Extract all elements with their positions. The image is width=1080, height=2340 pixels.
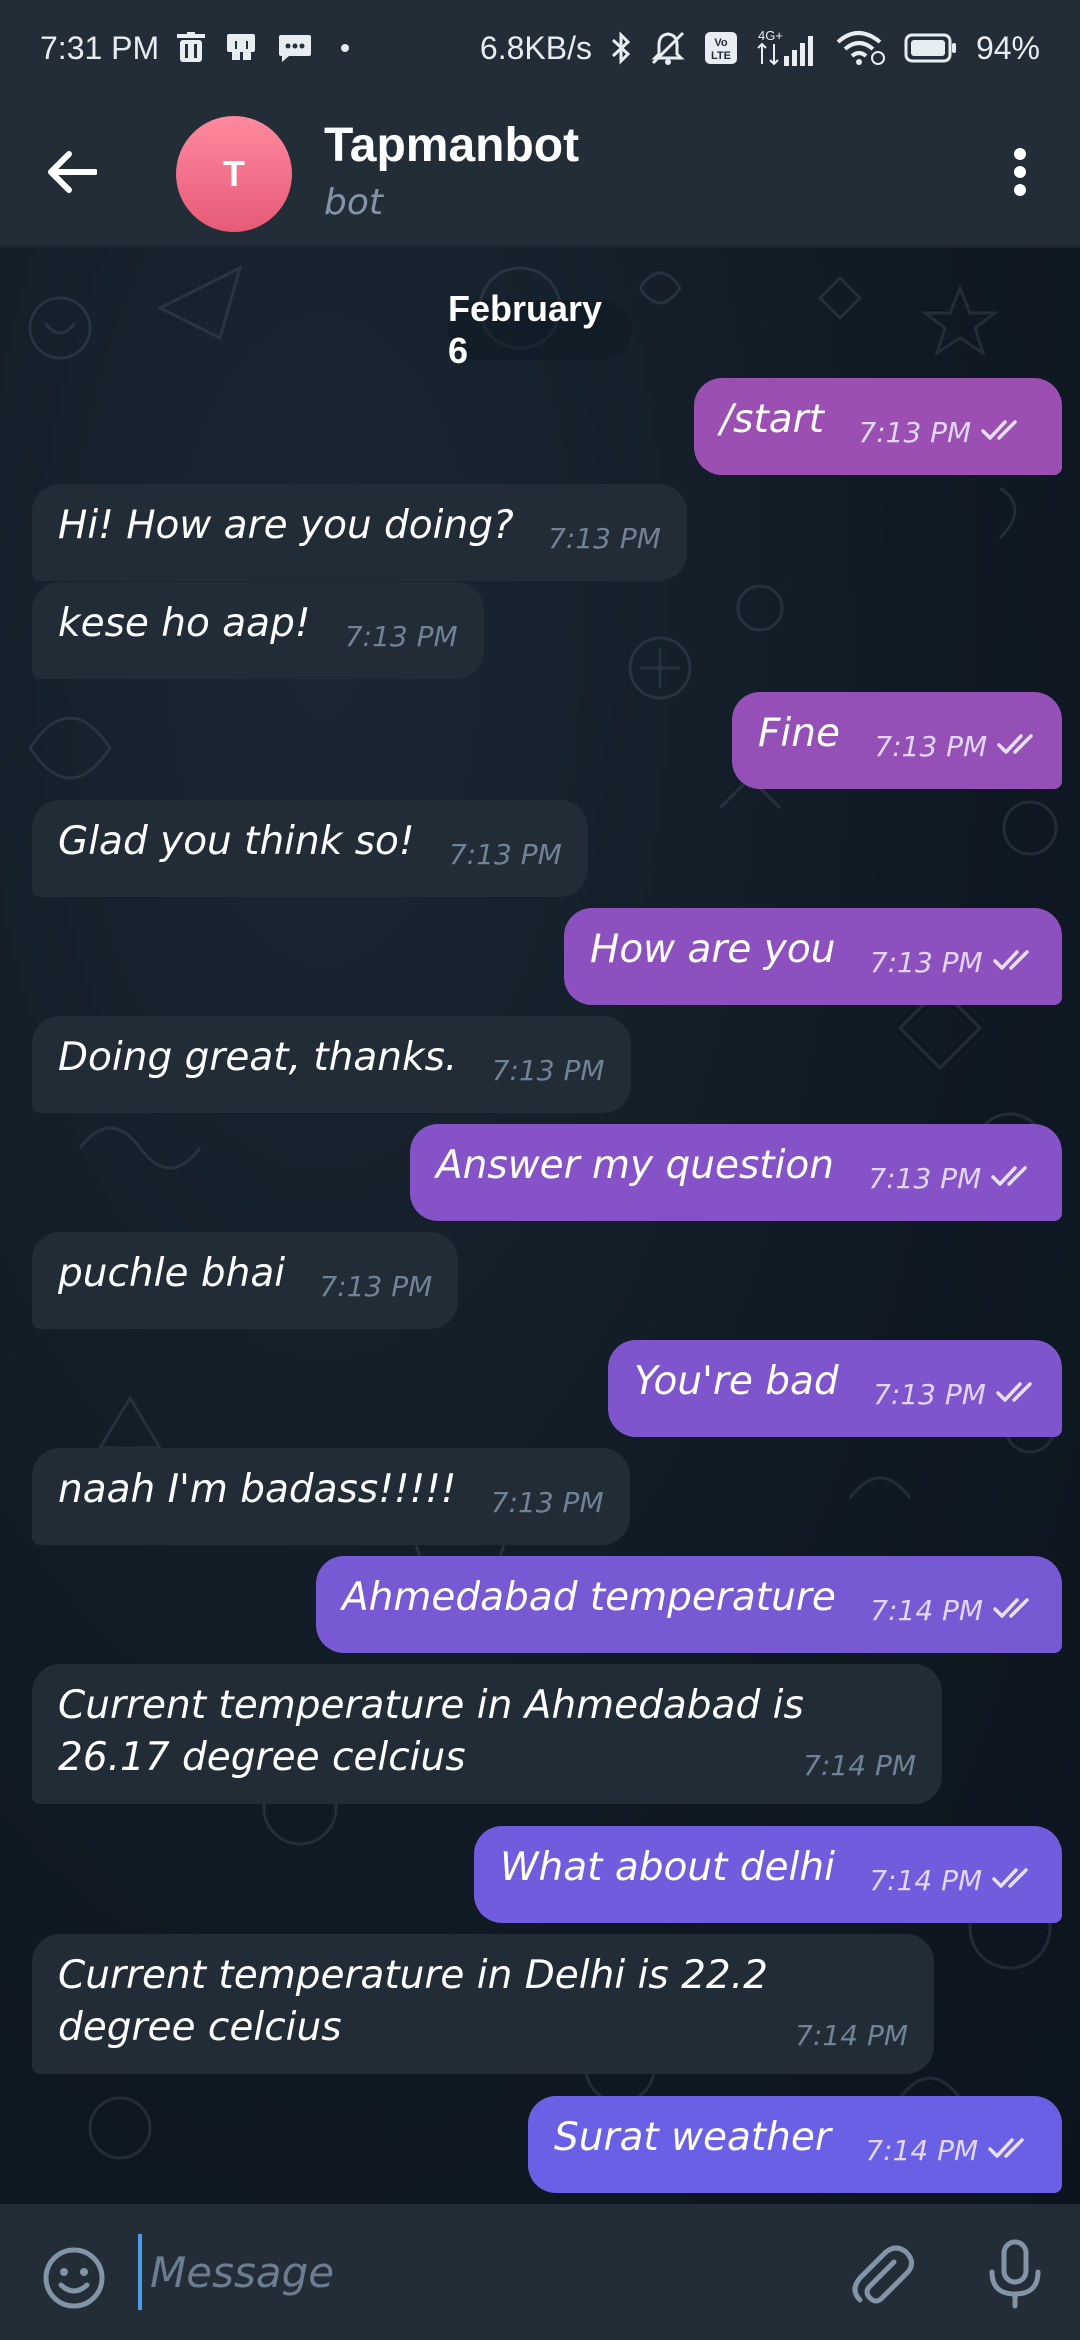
- message-bubble-incoming[interactable]: Glad you think so! 7:13 PM: [32, 800, 588, 897]
- message-bubble-outgoing[interactable]: What about delhi 7:14 PM: [474, 1826, 1062, 1923]
- avatar-letter: T: [223, 153, 245, 194]
- message-composer: [0, 2204, 1080, 2340]
- more-options-button[interactable]: [990, 142, 1050, 202]
- more-notifications-dot: [341, 44, 350, 52]
- bluetooth-icon: [610, 30, 632, 66]
- message-time: 7:13 PM: [344, 620, 458, 653]
- message-text: Fine: [758, 711, 840, 756]
- message-bubble-incoming[interactable]: Current temperature in Ahmedabad is 26.1…: [32, 1664, 942, 1804]
- svg-text:LTE: LTE: [711, 50, 731, 62]
- status-bar: 7:31 PM 6.8KB/s Vo LTE 4G+ 94%: [0, 0, 1080, 96]
- message-text: Hi! How are you doing?: [58, 503, 514, 548]
- message-bubble-outgoing[interactable]: You're bad 7:13 PM: [608, 1340, 1062, 1437]
- message-time: 7:14 PM: [869, 1864, 983, 1897]
- volte-icon: Vo LTE: [704, 31, 738, 65]
- message-bubble-outgoing[interactable]: Ahmedabad temperature 7:14 PM: [316, 1556, 1062, 1653]
- message-text: How are you: [590, 927, 836, 972]
- message-text: Surat weather: [554, 2115, 831, 2160]
- message-input[interactable]: [138, 2234, 818, 2310]
- message-text: Answer my question: [436, 1143, 834, 1188]
- battery-icon: [904, 33, 958, 63]
- message-text: What about delhi: [500, 1845, 835, 1890]
- attach-button[interactable]: [848, 2240, 916, 2308]
- message-time: 7:13 PM: [448, 838, 562, 871]
- message-text: kese ho aap!: [58, 601, 311, 646]
- app-notification-icon: [223, 32, 259, 64]
- smile-icon: [43, 2247, 105, 2309]
- message-text: You're bad: [634, 1359, 839, 1404]
- message-text: /start: [720, 397, 824, 442]
- message-time: 7:13 PM: [491, 1054, 605, 1087]
- message-bubble-incoming[interactable]: Hi! How are you doing? 7:13 PM: [32, 484, 687, 581]
- wifi-icon: [836, 30, 886, 66]
- network-speed: 6.8KB/s: [479, 29, 592, 66]
- more-vertical-icon: [1014, 148, 1026, 196]
- message-bubble-outgoing[interactable]: Surat weather 7:14 PM: [528, 2096, 1062, 2193]
- message-text: Doing great, thanks.: [58, 1035, 458, 1080]
- emoji-button[interactable]: [40, 2244, 108, 2312]
- paperclip-icon: [852, 2245, 914, 2304]
- message-time: 7:14 PM: [865, 2134, 979, 2167]
- svg-text:4G+: 4G+: [758, 28, 783, 43]
- cellular-signal-icon: 4G+: [756, 28, 818, 68]
- status-time: 7:31 PM: [40, 29, 160, 66]
- message-bubble-outgoing[interactable]: /start 7:13 PM: [694, 378, 1062, 475]
- double-check-icon: [992, 1855, 1036, 1907]
- battery-percent: 94%: [975, 29, 1040, 66]
- message-time: 7:13 PM: [490, 1486, 604, 1519]
- chat-title[interactable]: Tapmanbot: [324, 118, 579, 173]
- message-time: 7:13 PM: [873, 1378, 986, 1411]
- trash-notification-icon: [177, 32, 206, 64]
- message-text: Glad you think so!: [58, 819, 415, 864]
- message-text: Ahmedabad temperature: [342, 1575, 836, 1620]
- double-check-icon: [988, 2125, 1032, 2177]
- message-text: puchle bhai: [58, 1251, 286, 1296]
- message-bubble-incoming[interactable]: kese ho aap! 7:13 PM: [32, 582, 484, 679]
- message-bubble-incoming[interactable]: naah I'm badass!!!!! 7:13 PM: [32, 1448, 630, 1545]
- chat-subtitle: bot: [324, 182, 383, 223]
- double-check-icon: [993, 1585, 1037, 1637]
- message-time: 7:13 PM: [548, 522, 661, 555]
- double-check-icon: [991, 1153, 1035, 1205]
- message-time: 7:13 PM: [858, 416, 972, 449]
- message-notification-icon: [277, 32, 313, 64]
- avatar[interactable]: T: [176, 116, 292, 232]
- arrow-left-icon: [48, 151, 97, 193]
- microphone-icon: [989, 2239, 1041, 2309]
- double-check-icon: [997, 721, 1041, 773]
- message-bubble-outgoing[interactable]: Answer my question 7:13 PM: [410, 1124, 1062, 1221]
- message-text: naah I'm badass!!!!!: [58, 1467, 457, 1512]
- message-time: 7:14 PM: [870, 1594, 984, 1627]
- double-check-icon: [996, 1369, 1040, 1421]
- message-text: Current temperature in Delhi is 22.2 deg…: [58, 1953, 768, 2050]
- message-time: 7:13 PM: [868, 1162, 982, 1195]
- chat-header: T Tapmanbot bot: [0, 96, 1080, 248]
- voice-message-button[interactable]: [980, 2238, 1050, 2310]
- message-bubble-incoming[interactable]: Current temperature in Delhi is 22.2 deg…: [32, 1934, 934, 2074]
- message-time: 7:13 PM: [319, 1270, 433, 1303]
- double-check-icon: [992, 937, 1037, 989]
- back-button[interactable]: [42, 142, 102, 202]
- double-check-icon: [981, 407, 1025, 459]
- message-time: 7:14 PM: [803, 1749, 916, 1782]
- message-bubble-outgoing[interactable]: Fine 7:13 PM: [732, 692, 1062, 789]
- status-bar-right: 6.8KB/s Vo LTE 4G+ 94%: [480, 28, 1040, 68]
- message-time: 7:13 PM: [874, 730, 988, 763]
- svg-text:Vo: Vo: [714, 37, 728, 49]
- message-time: 7:14 PM: [795, 2019, 908, 2052]
- message-text: Current temperature in Ahmedabad is 26.1…: [58, 1683, 804, 1780]
- chat-area[interactable]: February 6 /start 7:13 PM Hi! How are yo…: [0, 248, 1080, 2204]
- status-bar-left: 7:31 PM: [40, 29, 350, 67]
- message-bubble-outgoing[interactable]: How are you 7:13 PM: [564, 908, 1062, 1005]
- message-bubble-incoming[interactable]: Doing great, thanks. 7:13 PM: [32, 1016, 631, 1113]
- date-separator: February 6: [448, 288, 632, 371]
- message-time: 7:13 PM: [869, 946, 983, 979]
- message-bubble-incoming[interactable]: puchle bhai 7:13 PM: [32, 1232, 459, 1329]
- mute-bell-icon: [650, 30, 686, 66]
